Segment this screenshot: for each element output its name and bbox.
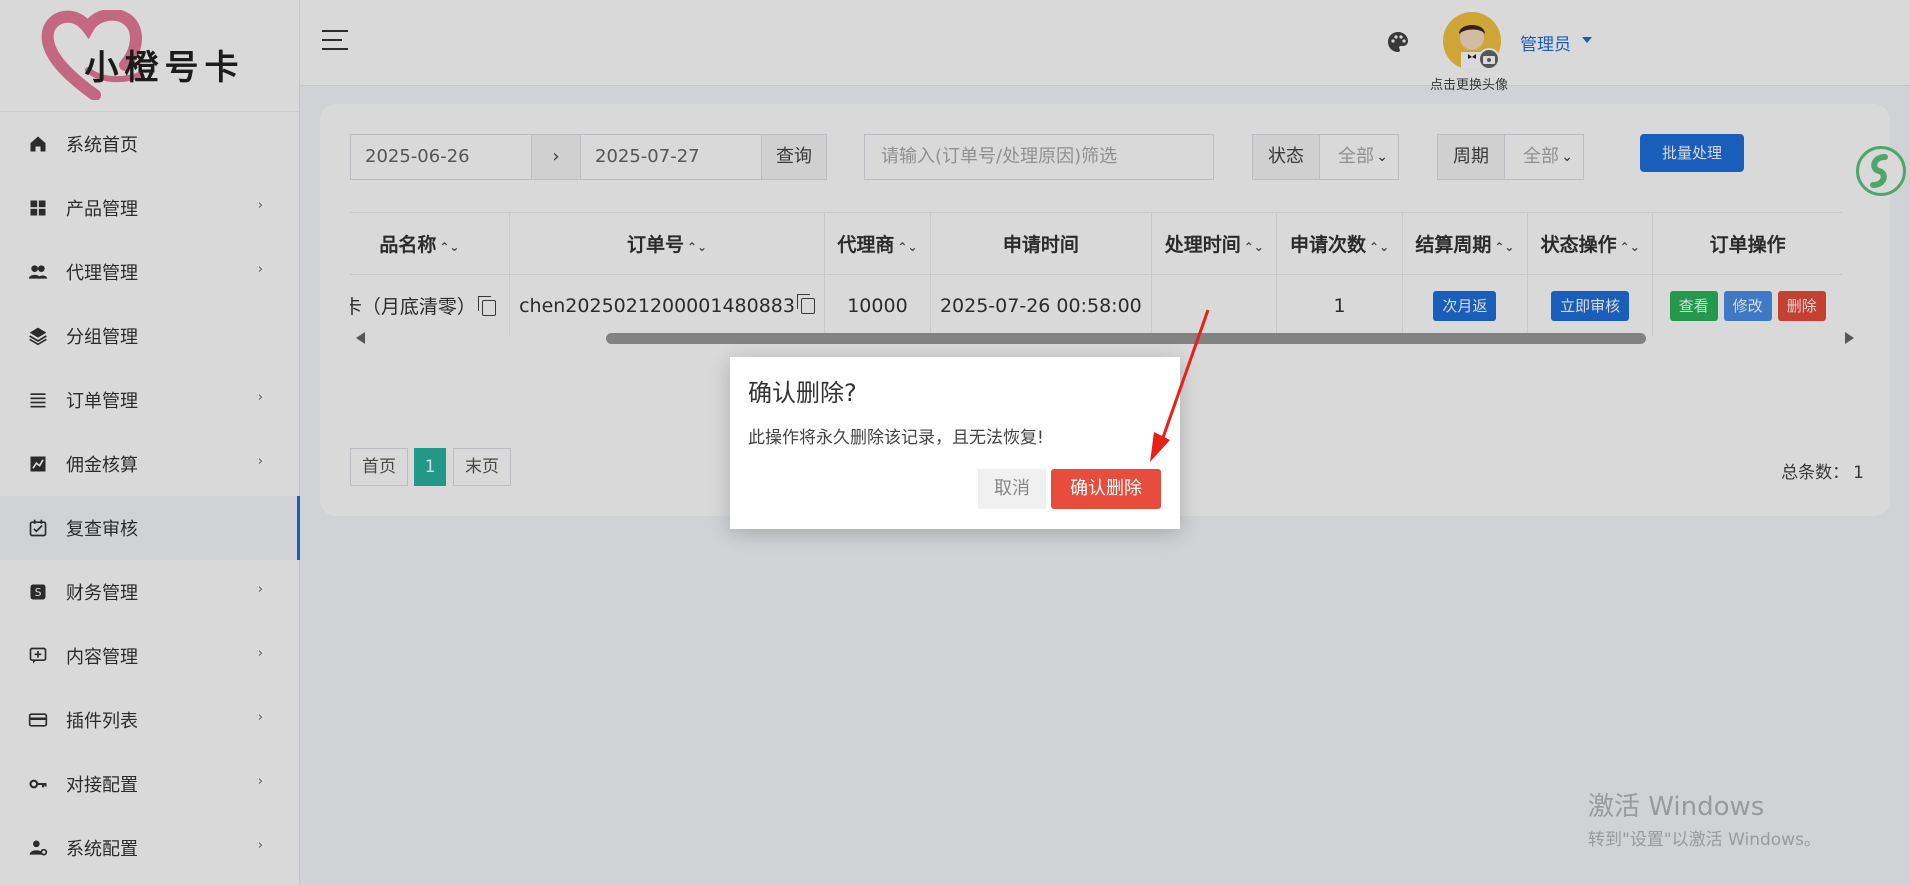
watermark-subtitle: 转到"设置"以激活 Windows。 [1588, 830, 1821, 850]
cancel-button[interactable]: 取消 [978, 469, 1046, 509]
windows-activation-watermark: 激活 Windows 转到"设置"以激活 Windows。 [1588, 786, 1821, 850]
watermark-title: 激活 Windows [1588, 792, 1765, 822]
confirm-delete-dialog: 确认删除? 此操作将永久删除该记录，且无法恢复! 取消 确认删除 [730, 357, 1180, 529]
confirm-delete-button[interactable]: 确认删除 [1051, 469, 1161, 509]
annotation-arrow-icon [1150, 309, 1210, 462]
dialog-message: 此操作将永久删除该记录，且无法恢复! [748, 428, 1044, 448]
dialog-title: 确认删除? [748, 379, 857, 407]
